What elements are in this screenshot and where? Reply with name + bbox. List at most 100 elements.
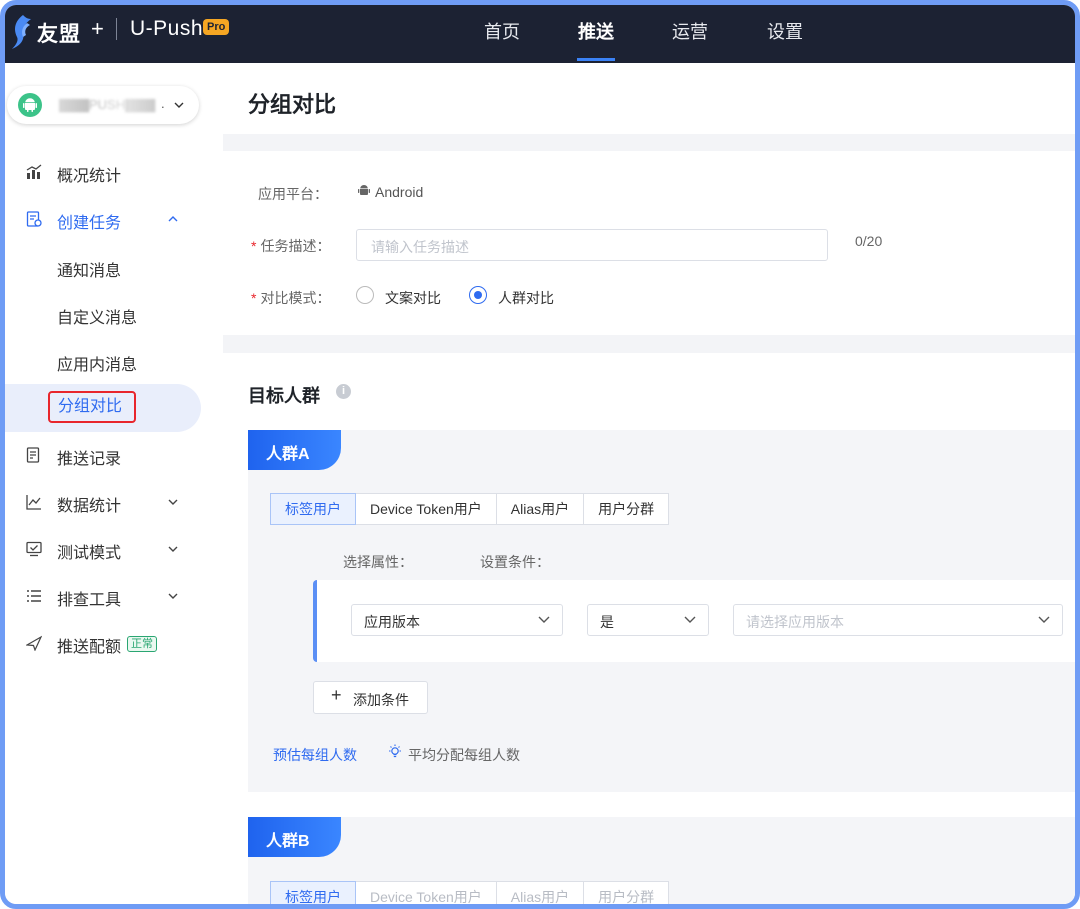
sidebar-item-test-mode[interactable]: 测试模式 [5, 527, 201, 571]
average-distribution-hint: 平均分配每组人数 [408, 747, 520, 763]
sidebar-subitem-custom-message[interactable]: 自定义消息 [57, 304, 137, 328]
sidebar-item-label: 测试模式 [57, 545, 122, 562]
nav-push[interactable]: 推送 [578, 18, 614, 44]
chevron-down-icon [1038, 616, 1050, 623]
sidebar-subitem-group-compare[interactable]: 分组对比 [48, 391, 136, 423]
add-condition-label: 添加条件 [353, 692, 409, 708]
target-audience-title: 目标人群 [248, 386, 320, 406]
operator-select-value: 是 [600, 614, 614, 630]
radio-copy-compare-label[interactable]: 文案对比 [385, 288, 441, 308]
chevron-down-icon [174, 102, 184, 108]
compare-mode-label: * 对比模式： [251, 288, 330, 308]
radio-audience-compare[interactable] [469, 286, 487, 304]
sidebar-item-troubleshoot-tools[interactable]: 排查工具 [5, 574, 201, 618]
tab-user-segments[interactable]: 用户分群 [583, 881, 670, 904]
app-selector[interactable]: ▇▇▇PUSH▇▇▇ . [7, 86, 199, 124]
tab-user-segments[interactable]: 用户分群 [583, 493, 670, 525]
char-counter: 0/20 [855, 233, 883, 249]
estimate-group-size-link[interactable]: 预估每组人数 [273, 745, 357, 765]
task-desc-label-text: 任务描述： [260, 238, 331, 254]
radio-copy-compare[interactable] [356, 286, 374, 304]
target-audience-card: 目标人群 i 人群A 标签用户 Device Token用户 Alias用户 用… [223, 353, 1075, 904]
chevron-down-icon [538, 616, 550, 623]
page-header: 分组对比 [223, 63, 1075, 134]
sidebar-item-label: 推送记录 [57, 451, 122, 468]
sidebar-item-push-records[interactable]: 推送记录 [5, 433, 201, 477]
record-icon [26, 447, 40, 463]
task-icon [26, 211, 42, 227]
group-b-tag: 人群B [248, 817, 341, 857]
sidebar-subitem-in-app-message[interactable]: 应用内消息 [57, 351, 137, 375]
condition-row: 应用版本 是 请选择应用版本 [313, 580, 1075, 662]
lightbulb-icon [389, 744, 401, 758]
group-b-panel: 人群B 标签用户 Device Token用户 Alias用户 用户分群 [248, 817, 1075, 904]
tab-device-token-users[interactable]: Device Token用户 [355, 493, 497, 525]
version-value-placeholder: 请选择应用版本 [746, 614, 844, 630]
nav-settings[interactable]: 设置 [767, 18, 803, 44]
monitor-icon [26, 541, 42, 557]
sidebar-item-label: 排查工具 [57, 592, 122, 609]
task-description-input[interactable]: 请输入任务描述 [356, 229, 828, 261]
group-a-tabs: 标签用户 Device Token用户 Alias用户 用户分群 [270, 493, 670, 525]
chevron-down-icon [168, 499, 178, 505]
select-attribute-header: 选择属性： [343, 554, 413, 570]
sidebar-item-data-stats[interactable]: 数据统计 [5, 480, 201, 524]
version-value-select[interactable]: 请选择应用版本 [733, 604, 1063, 636]
sidebar-item-overview[interactable]: 概况统计 [5, 150, 201, 194]
line-chart-icon [26, 495, 41, 510]
platform-value: Android [375, 184, 424, 200]
sidebar-item-label: 创建任务 [57, 215, 122, 232]
tab-alias-users[interactable]: Alias用户 [495, 881, 585, 904]
nav-home[interactable]: 首页 [484, 18, 520, 44]
sidebar-item-label: 推送配额 [57, 639, 122, 656]
tab-tag-users[interactable]: 标签用户 [270, 493, 356, 525]
group-b-tabs: 标签用户 Device Token用户 Alias用户 用户分群 [270, 881, 670, 904]
android-app-icon [18, 93, 42, 117]
nav-operations[interactable]: 运营 [672, 18, 708, 44]
quota-status-badge: 正常 [127, 636, 157, 652]
umeng-logo-icon [12, 15, 31, 49]
radio-audience-compare-label[interactable]: 人群对比 [498, 288, 554, 308]
pro-badge: Pro [203, 19, 230, 35]
brand-plus: + [91, 16, 104, 41]
app-name: ▇▇▇PUSH▇▇▇ [59, 97, 159, 113]
set-condition-header: 设置条件： [480, 554, 550, 570]
compare-mode-label-text: 对比模式： [260, 290, 331, 306]
brand-divider [116, 18, 117, 40]
add-condition-button[interactable]: + 添加条件 [313, 681, 428, 714]
info-icon[interactable]: i [336, 384, 351, 399]
tab-tag-users[interactable]: 标签用户 [270, 881, 356, 904]
attribute-select-value: 应用版本 [364, 614, 420, 630]
basic-info-card: 应用平台： Android * 任务描述： 请输入任务描述 0/20 * 对比模式：… [223, 151, 1075, 335]
operator-select[interactable]: 是 [587, 604, 709, 636]
required-mark: * [251, 290, 257, 306]
group-a-tag: 人群A [248, 430, 341, 470]
chart-bar-icon [26, 164, 42, 179]
group-a-panel: 人群A 标签用户 Device Token用户 Alias用户 用户分群 选择属… [248, 430, 1075, 792]
chevron-up-icon [168, 216, 178, 222]
sidebar-item-push-quota[interactable]: 推送配额 正常 [5, 621, 201, 665]
top-navigation-bar: 友盟 + U-Push Pro 首页 推送 运营 设置 [5, 5, 1075, 63]
required-mark: * [251, 238, 257, 254]
task-desc-label: * 任务描述： [251, 236, 330, 256]
chevron-down-icon [168, 546, 178, 552]
sidebar-item-label: 数据统计 [57, 498, 122, 515]
android-icon [358, 185, 370, 195]
page-title: 分组对比 [248, 92, 337, 117]
sidebar-item-label: 概况统计 [57, 168, 122, 185]
tab-alias-users[interactable]: Alias用户 [495, 493, 585, 525]
nav-active-indicator [577, 58, 615, 61]
sidebar-item-create-task[interactable]: 创建任务 [5, 197, 201, 241]
attribute-select[interactable]: 应用版本 [351, 604, 563, 636]
chevron-down-icon [168, 593, 178, 599]
platform-label: 应用平台： [258, 186, 328, 202]
sidebar-subitem-notification[interactable]: 通知消息 [57, 257, 121, 281]
list-icon [27, 590, 41, 602]
product-name: U-Push [130, 17, 204, 40]
plus-icon: + [331, 685, 342, 705]
app-name-suffix: . [161, 96, 165, 111]
app-window: 友盟 + U-Push Pro 首页 推送 运营 设置 ▇▇▇PUSH▇▇▇ .… [0, 0, 1080, 909]
send-icon [26, 635, 42, 651]
task-description-placeholder: 请输入任务描述 [371, 239, 469, 255]
tab-device-token-users[interactable]: Device Token用户 [355, 881, 497, 904]
